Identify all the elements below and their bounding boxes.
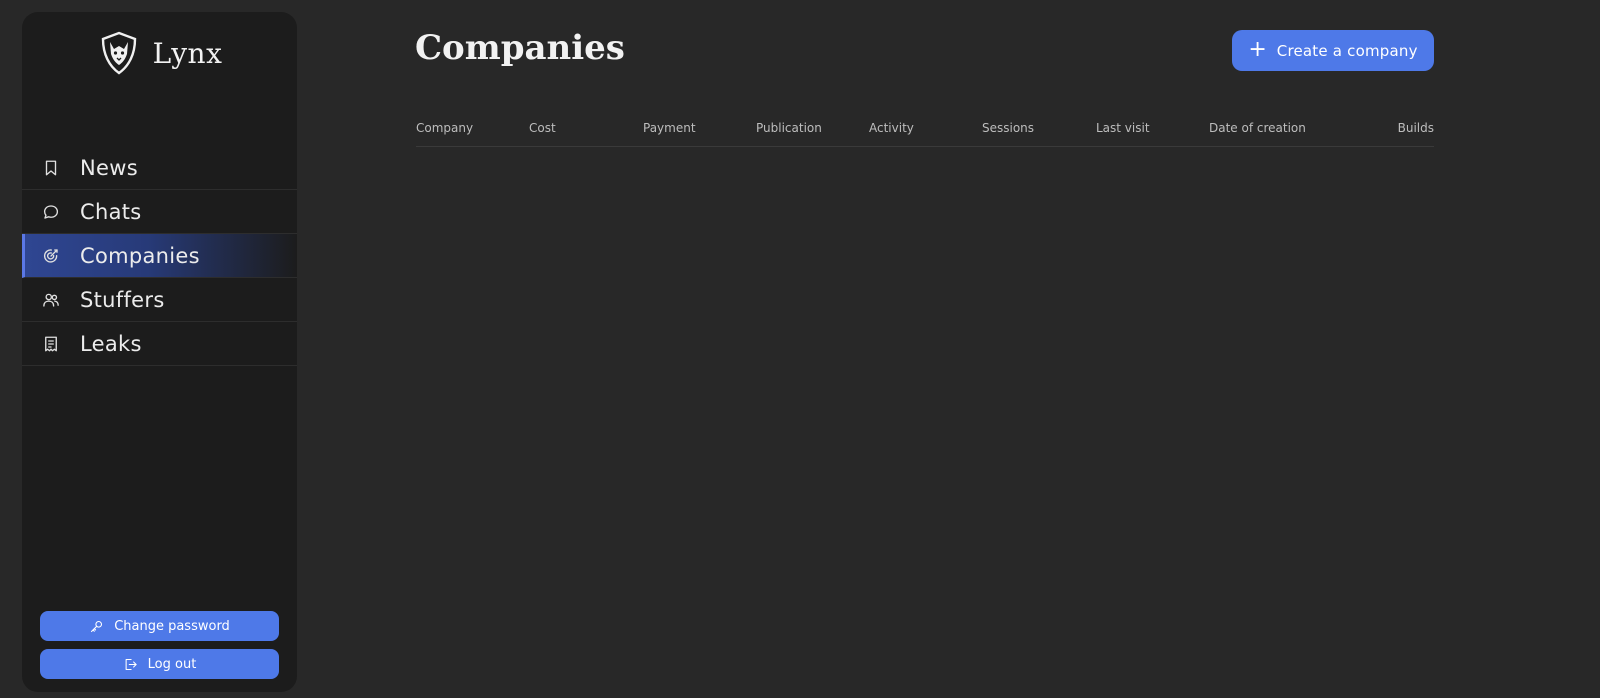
column-header-date-of-creation[interactable]: Date of creation xyxy=(1209,121,1306,135)
sidebar-item-label: News xyxy=(80,155,138,180)
column-header-payment[interactable]: Payment xyxy=(643,121,696,135)
sidebar-item-label: Stuffers xyxy=(80,287,165,312)
plus-icon: + xyxy=(1248,36,1267,62)
bookmark-icon xyxy=(40,157,62,179)
logout-button[interactable]: Log out xyxy=(40,649,279,679)
sidebar: Lynx News Chats Companies Stuffers Leaks… xyxy=(22,12,297,692)
receipt-icon xyxy=(40,333,62,355)
page-title: Companies xyxy=(415,28,625,68)
companies-table-header: Company Cost Payment Publication Activit… xyxy=(416,118,1434,147)
sidebar-item-stuffers[interactable]: Stuffers xyxy=(22,278,297,322)
sidebar-item-companies[interactable]: Companies xyxy=(22,234,297,278)
users-icon xyxy=(40,289,62,311)
lynx-shield-icon xyxy=(101,31,136,75)
logout-icon xyxy=(125,658,137,670)
sidebar-item-label: Companies xyxy=(80,243,200,268)
app-name: Lynx xyxy=(152,36,223,70)
sidebar-item-leaks[interactable]: Leaks xyxy=(22,322,297,366)
sidebar-nav: News Chats Companies Stuffers Leaks xyxy=(22,146,297,366)
target-icon xyxy=(40,245,62,267)
create-company-label: Create a company xyxy=(1276,41,1418,60)
sidebar-item-label: Leaks xyxy=(80,331,142,356)
column-header-builds[interactable]: Builds xyxy=(1398,121,1434,135)
chat-bubble-icon xyxy=(40,201,62,223)
key-icon xyxy=(91,620,103,632)
column-header-activity[interactable]: Activity xyxy=(869,121,914,135)
sidebar-item-chats[interactable]: Chats xyxy=(22,190,297,234)
change-password-label: Change password xyxy=(114,618,230,634)
create-company-button[interactable]: + Create a company xyxy=(1232,30,1434,71)
column-header-company[interactable]: Company xyxy=(416,121,473,135)
logout-label: Log out xyxy=(147,656,197,672)
logo[interactable]: Lynx xyxy=(22,30,297,76)
column-header-sessions[interactable]: Sessions xyxy=(982,121,1034,135)
sidebar-item-news[interactable]: News xyxy=(22,146,297,190)
sidebar-item-label: Chats xyxy=(80,199,142,224)
column-header-cost[interactable]: Cost xyxy=(529,121,556,135)
column-header-last-visit[interactable]: Last visit xyxy=(1096,121,1150,135)
change-password-button[interactable]: Change password xyxy=(40,611,279,641)
column-header-publication[interactable]: Publication xyxy=(756,121,822,135)
